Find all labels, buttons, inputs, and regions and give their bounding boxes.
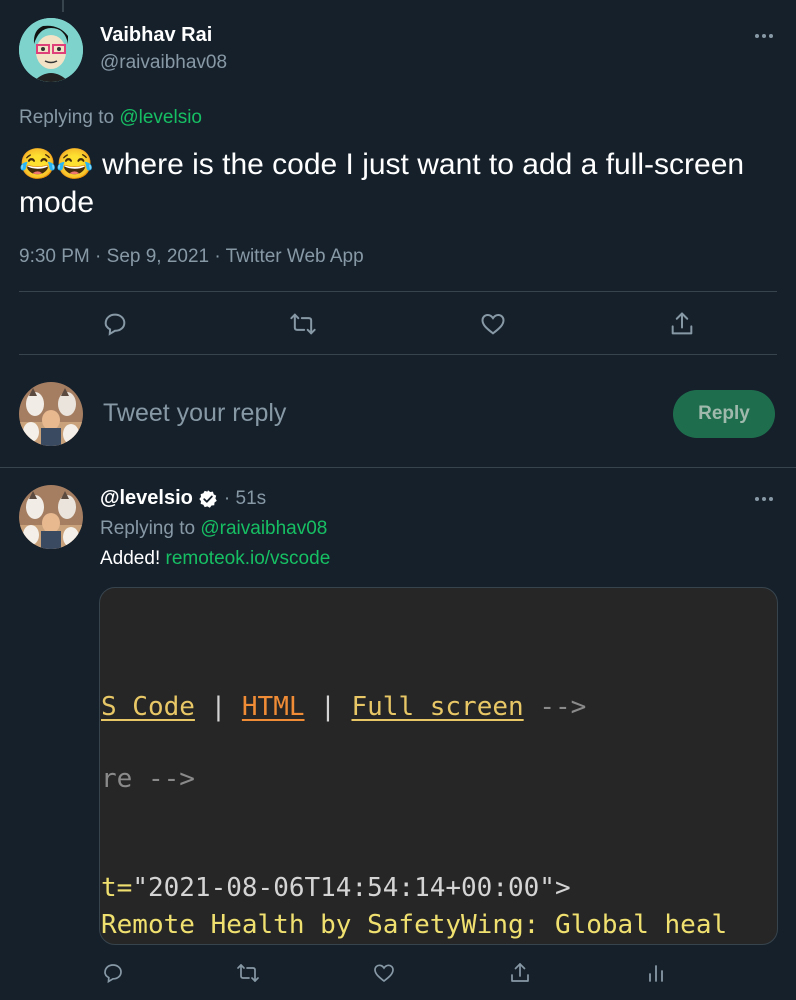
avatar-user[interactable] [19,382,83,446]
share-icon[interactable] [508,961,532,985]
tweet2-time[interactable]: · 51s [224,488,266,510]
code-tag-end: > [554,873,571,903]
tweet2-replying-line: Replying to @raivaibhav08 [100,518,327,540]
code-line-2: re --> [101,764,195,794]
replying-to-line: Replying to @levelsio [19,107,202,129]
avatar-levelsio[interactable] [19,485,83,549]
verified-icon [198,489,218,509]
tweet2-header: @levelsio · 51s [100,487,266,510]
code-sep: | [304,692,352,722]
section-separator [0,467,796,468]
tweet-emoji: 😂😂 [19,148,94,181]
tweet-timestamp[interactable]: 9:30 PM · Sep 9, 2021 · Twitter Web App [19,246,364,268]
like-icon[interactable] [479,310,507,338]
reply-button[interactable]: Reply [673,390,775,438]
tweet-body: where is the code I just want to add a f… [19,148,745,219]
tweet2-body: Added! [100,548,161,569]
code-comment-end: --> [523,692,587,722]
code-sep: | [194,692,242,722]
retweet-icon[interactable] [289,310,317,338]
reply-icon[interactable] [101,310,129,338]
code-line-4: Remote Health by SafetyWing: Global heal [101,910,728,940]
code-string: "2021-08-06T14:54:14+00:00" [132,873,555,903]
divider-top [19,291,777,292]
code-attr: t= [101,873,133,903]
author-name[interactable]: Vaibhav Rai [100,24,212,47]
tweet2-link[interactable]: remoteok.io/vscode [166,548,331,569]
code-line-1: S Code | HTML | Full screen --> [101,692,586,722]
thread-line [62,0,64,12]
more-icon[interactable] [752,487,776,511]
reply-icon[interactable] [101,961,125,985]
code-line-3: t="2021-08-06T14:54:14+00:00"> [101,873,571,903]
code-link-vscode: S Code [101,692,195,722]
share-icon[interactable] [668,310,696,338]
tweet2-handle[interactable]: @levelsio [100,487,193,510]
analytics-icon[interactable] [644,961,668,985]
code-link-fullscreen: Full screen [351,692,524,722]
more-icon[interactable] [752,24,776,48]
avatar-vaibhav[interactable] [19,18,83,82]
reply-input[interactable]: Tweet your reply [103,399,286,428]
code-link-html: HTML [241,692,305,722]
replying-to-label: Replying to [19,107,115,128]
tweet-text: 😂😂 where is the code I just want to add … [19,146,779,222]
tweet2-text: Added! remoteok.io/vscode [100,548,330,570]
retweet-icon[interactable] [236,961,260,985]
like-icon[interactable] [372,961,396,985]
tweet2-replying-label: Replying to [100,518,196,539]
replying-to-mention[interactable]: @levelsio [119,107,202,128]
tweet2-replying-mention[interactable]: @raivaibhav08 [200,518,327,539]
code-screenshot[interactable]: S Code | HTML | Full screen --> re --> t… [99,587,778,945]
divider-bottom [19,354,777,355]
author-handle[interactable]: @raivaibhav08 [100,52,227,74]
